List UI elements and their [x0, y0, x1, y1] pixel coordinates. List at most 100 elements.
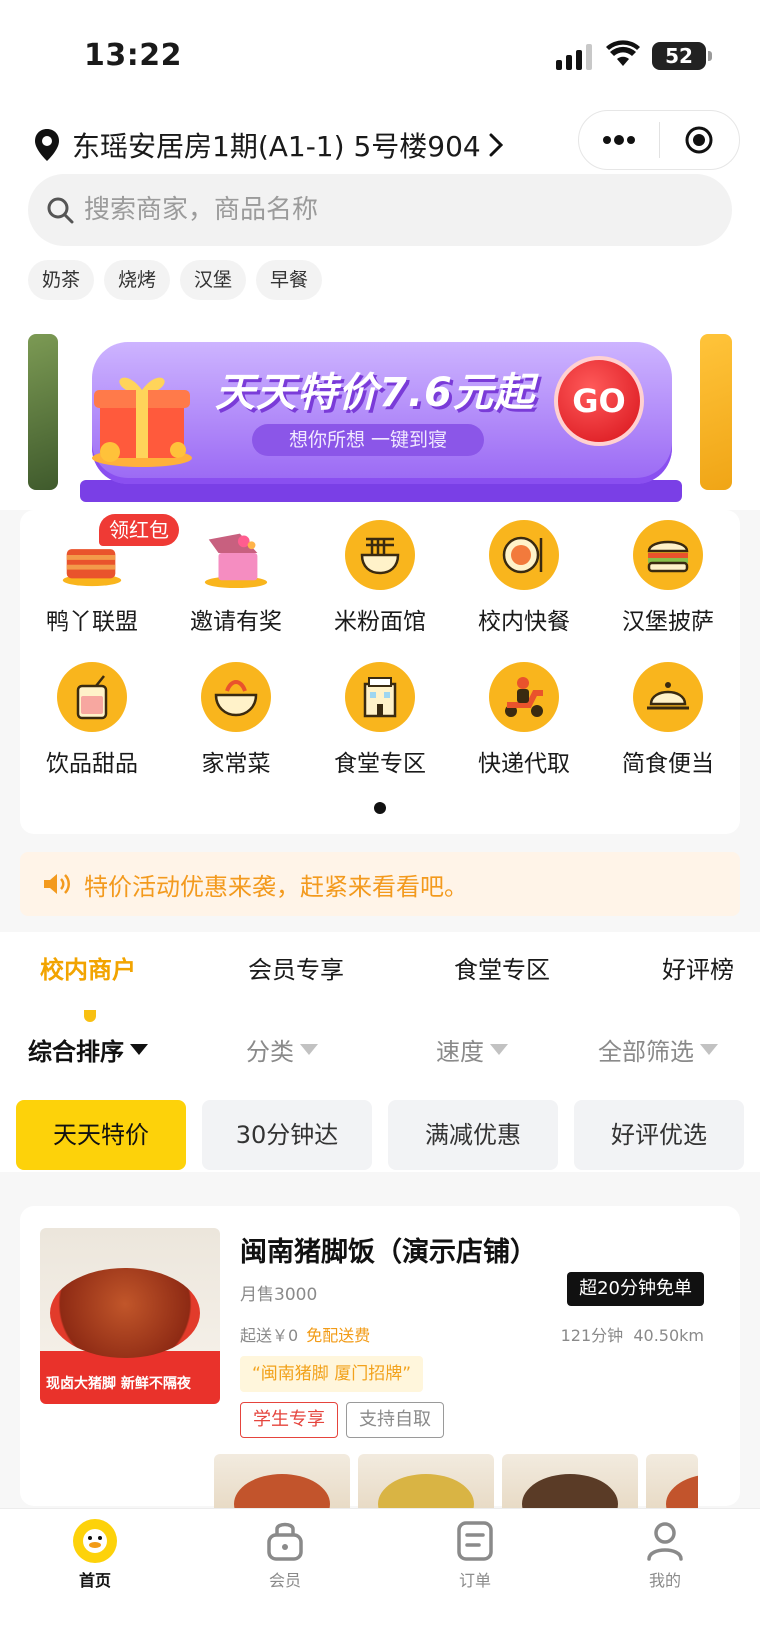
- active-tab-indicator: [84, 1010, 96, 1022]
- category-item[interactable]: 邀请有奖: [164, 520, 308, 636]
- store-slogan: “闽南猪脚 厦门招牌”: [240, 1356, 424, 1392]
- burger-icon: [633, 520, 703, 590]
- category-item[interactable]: 饮品甜品: [20, 662, 164, 778]
- category-item[interactable]: 简食便当: [596, 662, 740, 778]
- category-item[interactable]: 汉堡披萨: [596, 520, 740, 636]
- hot-tag[interactable]: 早餐: [256, 260, 323, 300]
- gift-box-icon: [201, 520, 271, 590]
- search-input[interactable]: [84, 195, 644, 225]
- plate-meal-icon: [489, 520, 559, 590]
- notice-text: 特价活动优惠来袭，赶紧来看看吧。: [84, 872, 468, 901]
- search-icon: [47, 197, 74, 224]
- noodle-bowl-icon: [345, 520, 415, 590]
- chip-30min[interactable]: 30分钟达: [202, 1100, 372, 1170]
- header: 东瑶安居房1期(A1-1) 5号楼904 搜索商家，商品名称 奶茶 烧烤 汉堡 …: [0, 110, 760, 510]
- product-thumbnail[interactable]: [214, 1454, 350, 1514]
- sort-label: 综合排序: [28, 1038, 124, 1066]
- category-label: 简食便当: [622, 751, 714, 777]
- store-image-caption: 现卤大猪脚 新鲜不隔夜: [46, 1376, 191, 1392]
- category-grid: 领红包 鸭丫联盟 邀请有奖 米粉面馆 校内快餐 汉堡披萨 饮品甜品 家常菜 食堂…: [20, 514, 740, 778]
- location-selector[interactable]: 东瑶安居房1期(A1-1) 5号楼904: [34, 120, 503, 170]
- home-dish-icon: [201, 662, 271, 732]
- store-eta-info: 121分钟 40.50km: [561, 1322, 704, 1346]
- store-tags: 学生专享 支持自取: [240, 1402, 444, 1438]
- sort-comprehensive[interactable]: 综合排序: [28, 1032, 148, 1067]
- hot-tag[interactable]: 奶茶: [28, 260, 95, 300]
- banner-next-preview[interactable]: [700, 334, 732, 490]
- store-card[interactable]: 现卤大猪脚 新鲜不隔夜 闽南猪脚饭（演示店铺） 月售3000 超20分钟免单 起…: [20, 1206, 740, 1514]
- bottom-tab-bar: 首页 会员 订单 我的: [0, 1508, 760, 1651]
- tab-canteen[interactable]: 食堂专区: [454, 950, 550, 985]
- canteen-building-icon: [345, 662, 415, 732]
- search-bar[interactable]: [28, 174, 732, 246]
- chip-daily-deal[interactable]: 天天特价: [16, 1100, 186, 1170]
- category-item[interactable]: 家常菜: [164, 662, 308, 778]
- sort-all-filters[interactable]: 全部筛选: [598, 1032, 718, 1067]
- hot-search-tags: 奶茶 烧烤 汉堡 早餐: [28, 260, 323, 300]
- category-panel: 领红包 鸭丫联盟 邀请有奖 米粉面馆 校内快餐 汉堡披萨 饮品甜品 家常菜 食堂…: [20, 510, 740, 834]
- banner-subtitle: 想你所想 一键到寝: [252, 424, 484, 456]
- tabbar-orders[interactable]: 订单: [380, 1509, 570, 1651]
- category-item[interactable]: 快递代取: [452, 662, 596, 778]
- caret-down-icon: [130, 1044, 148, 1055]
- tab-top-rated[interactable]: 好评榜: [662, 950, 734, 985]
- category-label: 鸭丫联盟: [46, 609, 138, 635]
- red-packet-badge: 领红包: [99, 514, 179, 546]
- category-item[interactable]: 米粉面馆: [308, 520, 452, 636]
- store-name: 闽南猪脚饭（演示店铺）: [240, 1237, 537, 1268]
- chevron-right-icon: [489, 133, 503, 157]
- close-mini-program-button[interactable]: [660, 111, 740, 169]
- category-label: 米粉面馆: [334, 609, 426, 635]
- sort-category[interactable]: 分类: [246, 1032, 318, 1067]
- tab-campus-merchants[interactable]: 校内商户: [40, 950, 136, 985]
- gift-box-icon: [92, 377, 192, 467]
- order-list-icon: [457, 1521, 493, 1561]
- chip-well-rated[interactable]: 好评优选: [574, 1100, 744, 1170]
- duck-home-icon: [73, 1519, 117, 1563]
- chip-discount[interactable]: 满减优惠: [388, 1100, 558, 1170]
- battery-indicator: 52: [652, 42, 712, 70]
- category-label: 快递代取: [478, 751, 570, 777]
- banner-go-button[interactable]: GO: [554, 356, 644, 446]
- product-thumbnail[interactable]: [502, 1454, 638, 1514]
- category-item[interactable]: 校内快餐: [452, 520, 596, 636]
- location-pin-icon: [35, 129, 59, 161]
- category-label: 汉堡披萨: [622, 609, 714, 635]
- hot-tag[interactable]: 烧烤: [104, 260, 171, 300]
- tabbar-label: 会员: [268, 1571, 301, 1590]
- user-profile-icon: [647, 1522, 683, 1561]
- notice-bar[interactable]: 特价活动优惠来袭，赶紧来看看吧。: [20, 852, 740, 916]
- banner-carousel[interactable]: 天天特价7.6元起 想你所想 一键到寝 GO: [0, 322, 760, 502]
- tabbar-home[interactable]: 首页: [0, 1509, 190, 1651]
- category-item[interactable]: 食堂专区: [308, 662, 452, 778]
- sort-label: 全部筛选: [598, 1038, 694, 1066]
- tabbar-profile[interactable]: 我的: [570, 1509, 760, 1651]
- free-delivery: 免配送费: [306, 1326, 371, 1345]
- product-thumbnail[interactable]: [646, 1454, 698, 1514]
- tab-member-exclusive[interactable]: 会员专享: [248, 950, 344, 985]
- hot-tag[interactable]: 汉堡: [180, 260, 247, 300]
- promo-banner[interactable]: 天天特价7.6元起 想你所想 一键到寝 GO: [80, 322, 682, 502]
- store-image-dish: [50, 1268, 200, 1358]
- product-thumbnails: [214, 1454, 698, 1514]
- caret-down-icon: [300, 1044, 318, 1055]
- tabbar-label: 首页: [78, 1571, 111, 1590]
- delivery-scooter-icon: [489, 662, 559, 732]
- tabbar-member[interactable]: 会员: [190, 1509, 380, 1651]
- product-thumbnail[interactable]: [358, 1454, 494, 1514]
- caret-down-icon: [490, 1044, 508, 1055]
- duck-meal-icon: 领红包: [57, 514, 179, 590]
- cloche-icon: [633, 662, 703, 732]
- status-bar: 13:22 52: [0, 0, 760, 110]
- store-image: 现卤大猪脚 新鲜不隔夜: [40, 1228, 220, 1404]
- banner-prev-preview[interactable]: [28, 334, 58, 490]
- drink-cup-icon: [57, 662, 127, 732]
- category-item[interactable]: 领红包 鸭丫联盟: [20, 514, 179, 636]
- tabbar-label: 订单: [458, 1571, 491, 1590]
- store-list-header: 校内商户 会员专享 食堂专区 好评榜 综合排序 分类 速度 全部筛选 天天特价 …: [0, 932, 760, 1172]
- store-monthly-sales: 月售3000: [240, 1285, 318, 1305]
- sort-speed[interactable]: 速度: [436, 1032, 508, 1067]
- status-time: 13:22: [84, 38, 182, 73]
- more-button[interactable]: [579, 111, 659, 169]
- mini-program-capsule: [578, 110, 740, 170]
